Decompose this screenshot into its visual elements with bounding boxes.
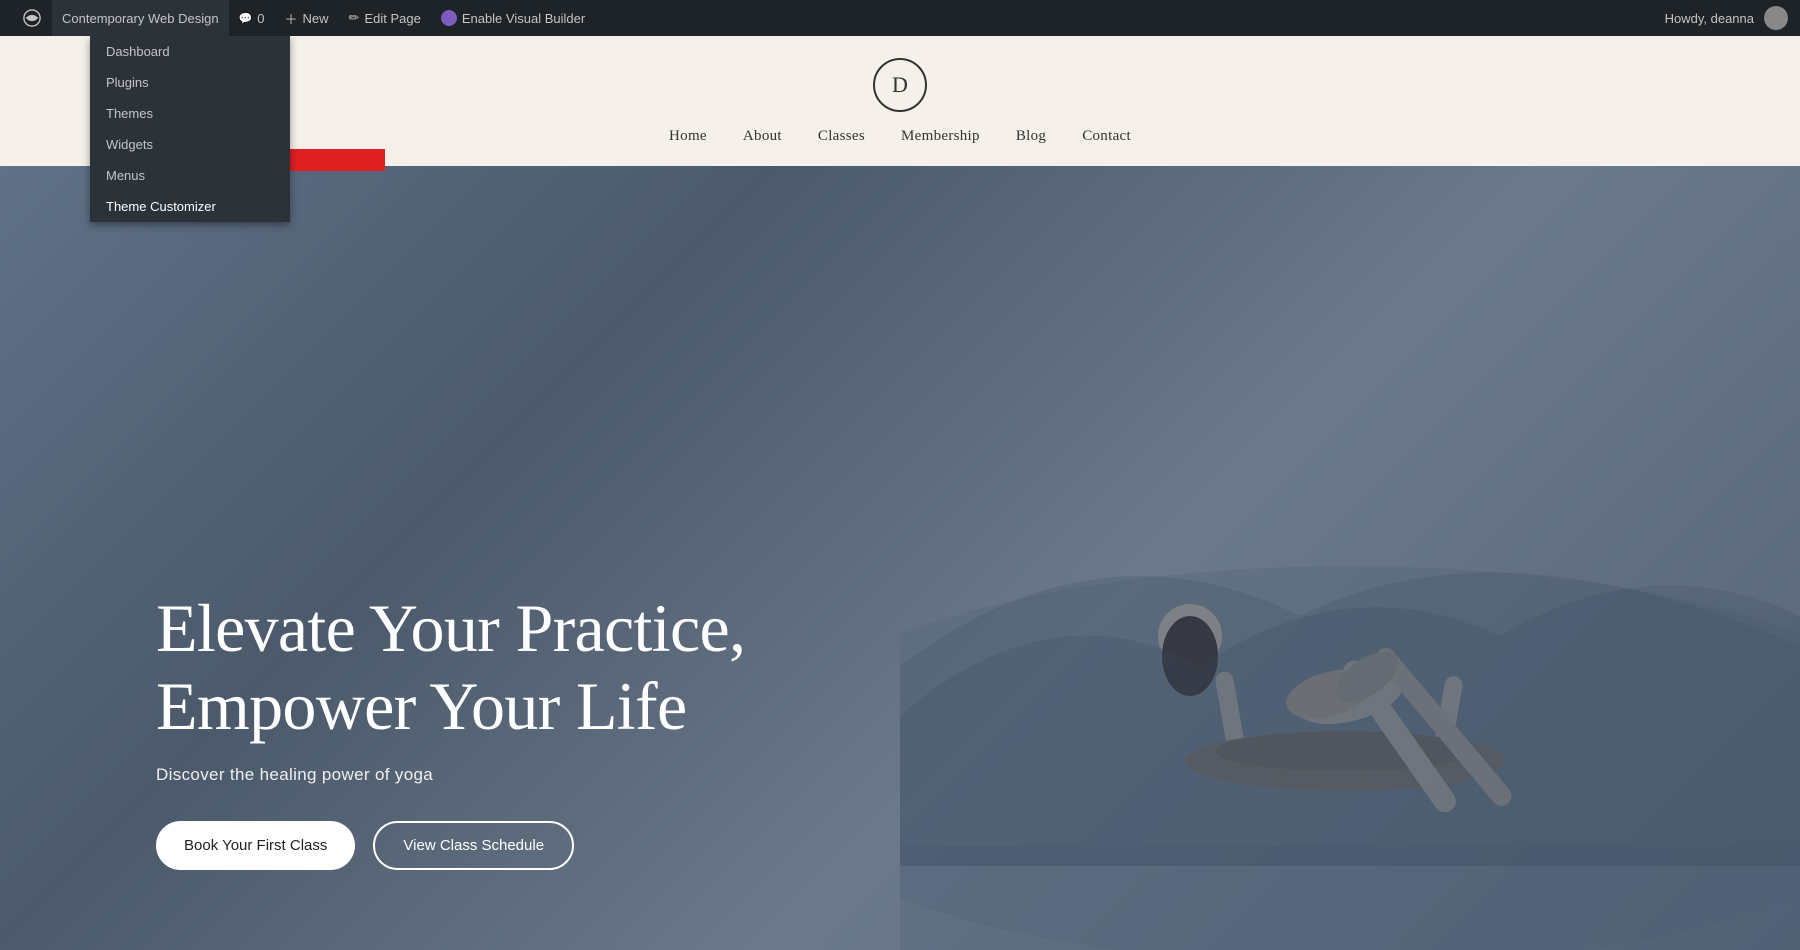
themes-dropdown: Dashboard Plugins Themes Widgets Menus T… bbox=[90, 36, 290, 222]
book-first-class-button[interactable]: Book Your First Class bbox=[156, 821, 355, 870]
divi-icon bbox=[441, 10, 457, 26]
dropdown-item-theme-customizer[interactable]: Theme Customizer bbox=[90, 191, 290, 222]
nav-about[interactable]: About bbox=[743, 128, 782, 145]
nav-contact[interactable]: Contact bbox=[1082, 128, 1131, 145]
dropdown-item-menus[interactable]: Menus bbox=[90, 160, 290, 191]
site-name-item[interactable]: Contemporary Web Design bbox=[52, 0, 229, 36]
new-icon: ＋ bbox=[285, 9, 298, 28]
dropdown-item-plugins[interactable]: Plugins bbox=[90, 67, 290, 98]
comment-count: 0 bbox=[257, 11, 264, 26]
edit-icon: ✏ bbox=[349, 10, 360, 26]
visual-builder-label: Enable Visual Builder bbox=[462, 11, 585, 26]
site-logo: D bbox=[873, 58, 927, 112]
new-item[interactable]: ＋ New bbox=[275, 0, 339, 36]
comments-icon: 💬 bbox=[239, 12, 253, 25]
dropdown-item-dashboard[interactable]: Dashboard bbox=[90, 36, 290, 67]
site-nav: Home About Classes Membership Blog Conta… bbox=[669, 128, 1131, 145]
hero-section: Elevate Your Practice, Empower Your Life… bbox=[0, 166, 1800, 950]
avatar bbox=[1764, 6, 1788, 30]
wp-logo-icon bbox=[22, 8, 42, 28]
dropdown-item-widgets[interactable]: Widgets bbox=[90, 129, 290, 160]
hero-title: Elevate Your Practice, Empower Your Life bbox=[156, 589, 745, 745]
edit-page-label: Edit Page bbox=[364, 11, 420, 26]
new-label: New bbox=[303, 11, 329, 26]
nav-home[interactable]: Home bbox=[669, 128, 707, 145]
hero-content: Elevate Your Practice, Empower Your Life… bbox=[0, 589, 745, 870]
visual-builder-item[interactable]: Enable Visual Builder bbox=[431, 0, 595, 36]
site-name-label: Contemporary Web Design bbox=[62, 11, 219, 26]
wp-logo-item[interactable] bbox=[12, 0, 52, 36]
admin-bar: Contemporary Web Design 💬 0 ＋ New ✏ Edit… bbox=[0, 0, 1800, 36]
view-schedule-button[interactable]: View Class Schedule bbox=[373, 821, 574, 870]
dropdown-item-themes[interactable]: Themes bbox=[90, 98, 290, 129]
nav-membership[interactable]: Membership bbox=[901, 128, 980, 145]
edit-page-item[interactable]: ✏ Edit Page bbox=[339, 0, 431, 36]
comments-item[interactable]: 💬 0 bbox=[229, 0, 275, 36]
hero-buttons: Book Your First Class View Class Schedul… bbox=[156, 821, 745, 870]
nav-classes[interactable]: Classes bbox=[818, 128, 865, 145]
nav-blog[interactable]: Blog bbox=[1016, 128, 1046, 145]
howdy-text: Howdy, deanna bbox=[1655, 11, 1764, 26]
hero-subtitle: Discover the healing power of yoga bbox=[156, 765, 745, 785]
